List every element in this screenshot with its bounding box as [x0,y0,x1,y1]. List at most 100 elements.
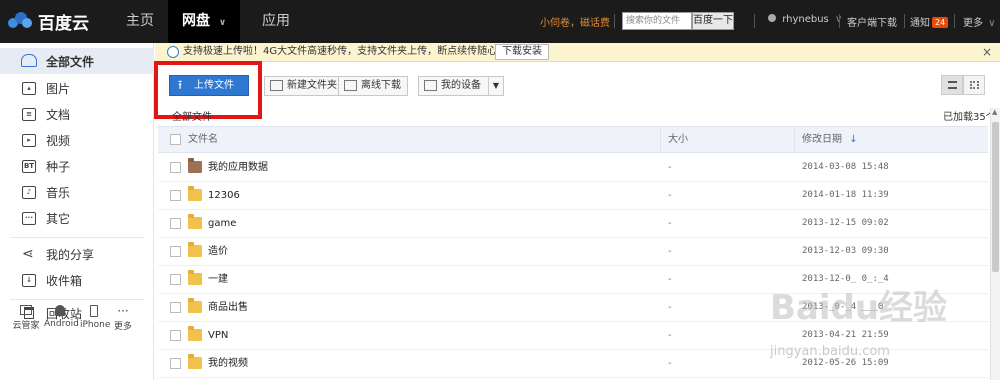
file-size: - [668,218,672,229]
device-label: Android [44,319,79,329]
file-name[interactable]: 我的视频 [208,350,248,377]
sidebar-item-all-files[interactable]: 全部文件 [0,48,154,74]
sidebar-item-label: 图片 [46,81,71,96]
sidebar-item-torrents[interactable]: BT 种子 [0,153,154,179]
row-checkbox[interactable] [170,218,181,229]
folder-icon [188,214,202,229]
other-icon: ··· [22,211,36,225]
row-checkbox[interactable] [170,302,181,313]
grid-view-icon [970,81,979,89]
file-name[interactable]: VPN [208,322,228,349]
my-devices-dropdown[interactable]: 我的设备 ▼ [418,76,504,96]
new-folder-icon [270,80,283,91]
sidebar-item-inbox[interactable]: ↓ 收件箱 [0,267,154,293]
loaded-count: 已加载35个 [943,112,996,123]
divider [904,14,905,28]
sidebar-item-other[interactable]: ··· 其它 [0,205,154,231]
sidebar-item-label: 其它 [46,211,71,226]
sidebar-item-label: 视频 [46,133,71,148]
notifications-link[interactable]: 通知 24 [910,14,949,29]
sidebar-divider [10,237,144,238]
select-all-checkbox[interactable] [170,134,181,145]
folder-icon [188,270,202,285]
file-modified-date: 2014-01-18 11:39 [802,190,889,200]
column-header-modified[interactable]: 修改日期 ↓ [802,127,858,152]
promo-link[interactable]: 小伺卷，磁话费 [540,14,610,29]
sort-desc-icon: ↓ [849,134,858,145]
list-view-button[interactable] [941,75,963,95]
list-view-icon [948,81,957,89]
chevron-down-icon: ∨ [988,18,996,29]
table-row[interactable]: 12306 - 2014-01-18 11:39 [158,182,988,210]
file-name[interactable]: 我的应用数据 [208,154,268,181]
scrollbar-thumb[interactable] [992,122,999,272]
scroll-up-icon: ▲ [992,108,998,116]
sidebar-item-music[interactable]: ♪ 音乐 [0,179,154,205]
device-iphone[interactable]: iPhone [80,305,111,330]
inbox-icon: ↓ [22,273,36,287]
device-label: 云管家 [12,321,40,331]
nav-home[interactable]: 主页 [126,0,154,43]
sidebar-item-images[interactable]: ▴ 图片 [0,75,154,101]
row-checkbox[interactable] [170,358,181,369]
chevron-down-icon: ∨ [218,18,227,28]
offline-download-button[interactable]: 离线下载 [338,76,408,96]
search-button[interactable]: 百度一下 [692,12,734,30]
table-row[interactable]: 造价 - 2013-12-03 09:30 [158,238,988,266]
column-header-size[interactable]: 大小 [668,127,688,152]
file-modified-date: 2014-03-08 15:48 [802,162,889,172]
grid-view-button[interactable] [963,75,985,95]
row-checkbox[interactable] [170,274,181,285]
file-name[interactable]: 一建 [208,266,228,293]
notify-count-badge: 24 [932,17,949,28]
more-label: 更多 [963,18,983,29]
table-row[interactable]: 我的应用数据 - 2014-03-08 15:48 [158,154,988,182]
brand-name: 百度云 [38,13,89,34]
baidu-cloud-logo[interactable]: 百度云 [8,9,89,34]
folder-icon [188,242,202,257]
folder-icon [188,326,202,341]
file-name[interactable]: 12306 [208,182,240,209]
file-size: - [668,330,672,341]
device-label: iPhone [80,320,111,330]
user-menu[interactable]: rhynebus ∨ [768,14,842,25]
device-cloud-manager[interactable]: 云管家 [12,305,40,331]
music-icon: ♪ [22,185,36,199]
device-icon [424,80,437,91]
row-checkbox[interactable] [170,330,181,341]
table-row[interactable]: game - 2013-12-15 09:02 [158,210,988,238]
offline-download-label: 离线下载 [361,80,401,91]
column-divider [794,127,795,152]
row-checkbox[interactable] [170,246,181,257]
file-size: - [668,302,672,313]
row-checkbox[interactable] [170,162,181,173]
notice-bar: 支持极速上传啦！4G大文件高速秒传，支持文件夹上传，断点续传随心所欲！ 下载安装… [155,43,1000,62]
sidebar-item-my-share[interactable]: ⋖ 我的分享 [0,241,154,267]
client-download-link[interactable]: 客户端下载 [847,14,897,29]
close-icon[interactable]: × [982,43,992,61]
column-header-name[interactable]: 文件名 [188,127,218,152]
sidebar-item-label: 我的分享 [46,247,95,262]
download-install-button[interactable]: 下载安装 [495,44,549,60]
nav-netdisk-label: 网盘 [182,13,210,29]
scrollbar[interactable]: ▲ [990,108,1000,380]
row-checkbox[interactable] [170,190,181,201]
watermark-url: jingyan.baidu.com [770,344,890,359]
nav-apps[interactable]: 应用 [262,0,290,43]
file-name[interactable]: 造价 [208,238,228,265]
more-menu[interactable]: 更多 ∨ [963,14,996,29]
file-name[interactable]: 商品出售 [208,294,248,321]
watermark-logo: Baidu经验 [770,288,948,328]
device-android[interactable]: Android [44,305,79,329]
file-name[interactable]: game [208,210,236,237]
nav-netdisk[interactable]: 网盘 ∨ [168,0,241,43]
breadcrumb[interactable]: 全部文件 [172,108,212,123]
sidebar-item-videos[interactable]: ▸ 视频 [0,127,154,153]
search-input[interactable]: 搜索你的文件 [622,12,692,30]
sidebar-item-label: 文档 [46,107,71,122]
user-avatar-icon [768,14,776,22]
divider [839,14,840,28]
new-folder-button[interactable]: 新建文件夹 [264,76,344,96]
device-more[interactable]: ··· 更多 [112,305,134,332]
sidebar-item-documents[interactable]: ≡ 文档 [0,101,154,127]
